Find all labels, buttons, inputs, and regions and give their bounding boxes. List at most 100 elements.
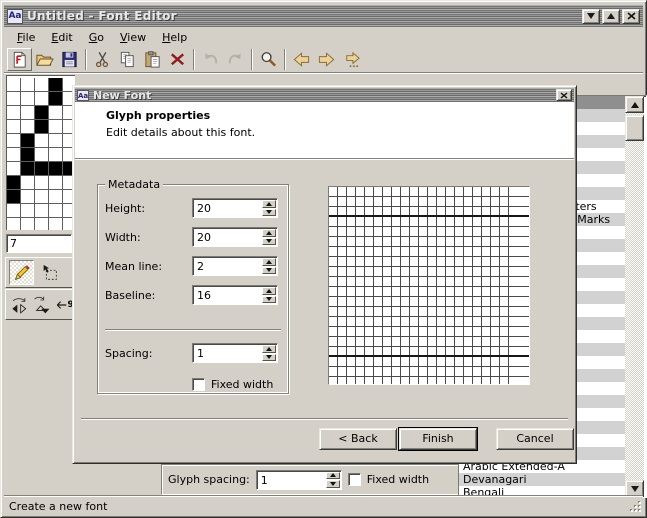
- spin-down-button[interactable]: [262, 238, 276, 246]
- maximize-button[interactable]: [602, 9, 620, 24]
- finish-button[interactable]: Finish: [399, 428, 477, 450]
- glyph-pixel[interactable]: [35, 190, 48, 203]
- delete-button[interactable]: [165, 48, 190, 71]
- minimize-button[interactable]: [582, 9, 600, 24]
- pencil-tool-button[interactable]: [9, 260, 34, 285]
- paste-button[interactable]: [140, 48, 165, 71]
- glyph-pixel[interactable]: [49, 78, 62, 91]
- character-input[interactable]: [6, 234, 72, 253]
- spin-down-button[interactable]: [262, 209, 276, 217]
- spin-down-button[interactable]: [262, 267, 276, 275]
- undo-button[interactable]: [198, 48, 223, 71]
- glyph-pixel[interactable]: [35, 134, 48, 147]
- select-tool-button[interactable]: [37, 260, 62, 285]
- glyph-pixel[interactable]: [7, 148, 20, 161]
- glyph-pixel[interactable]: [7, 106, 20, 119]
- glyph-pixel[interactable]: [35, 106, 48, 119]
- spin-down-button[interactable]: [262, 296, 276, 304]
- list-scrollbar[interactable]: [625, 96, 644, 497]
- forward-button[interactable]: [314, 48, 339, 71]
- glyph-pixel[interactable]: [35, 92, 48, 105]
- spin-up-button[interactable]: [262, 229, 276, 237]
- glyph-pixel[interactable]: [7, 120, 20, 133]
- glyph-pixel[interactable]: [49, 120, 62, 133]
- spin-up-button[interactable]: [262, 200, 276, 208]
- glyph-pixel[interactable]: [7, 204, 20, 217]
- glyph-pixel[interactable]: [7, 176, 20, 189]
- zoom-button[interactable]: [256, 48, 281, 71]
- save-button[interactable]: [57, 48, 82, 71]
- close-button[interactable]: [622, 9, 640, 24]
- glyph-pixel[interactable]: [35, 78, 48, 91]
- spin-up-button[interactable]: [262, 287, 276, 295]
- spin-up-button[interactable]: [262, 258, 276, 266]
- list-item[interactable]: Devanagari: [459, 473, 625, 486]
- glyph-pixel[interactable]: [35, 204, 48, 217]
- cancel-button[interactable]: Cancel: [496, 428, 574, 450]
- glyph-pixel[interactable]: [49, 106, 62, 119]
- glyph-pixel[interactable]: [49, 148, 62, 161]
- glyph-pixel[interactable]: [35, 176, 48, 189]
- glyph-pixel-grid[interactable]: [7, 78, 75, 230]
- glyph-pixel[interactable]: [35, 162, 48, 175]
- menu-item-go[interactable]: Go: [82, 29, 111, 46]
- spin-up-button[interactable]: [262, 345, 276, 353]
- glyph-pixel[interactable]: [21, 162, 34, 175]
- glyph-pixel[interactable]: [21, 92, 34, 105]
- glyph-pixel[interactable]: [21, 106, 34, 119]
- new-font-button[interactable]: [7, 48, 32, 71]
- spin-down-button[interactable]: [326, 480, 340, 488]
- spacing-stepper[interactable]: 1: [192, 343, 278, 363]
- glyph-pixel[interactable]: [21, 218, 34, 230]
- glyph-pixel[interactable]: [21, 148, 34, 161]
- back-button[interactable]: [289, 48, 314, 71]
- glyph-spacing-stepper[interactable]: 1: [256, 470, 342, 490]
- menu-item-edit[interactable]: Edit: [44, 29, 79, 46]
- glyph-pixel[interactable]: [7, 78, 20, 91]
- spin-up-button[interactable]: [326, 472, 340, 480]
- glyph-pixel[interactable]: [21, 134, 34, 147]
- resize-grip[interactable]: [627, 499, 642, 514]
- copy-button[interactable]: [115, 48, 140, 71]
- glyph-pixel[interactable]: [49, 218, 62, 230]
- menu-item-file[interactable]: File: [10, 29, 42, 46]
- glyph-pixel[interactable]: [35, 148, 48, 161]
- glyph-pixel[interactable]: [7, 218, 20, 230]
- glyph-edit-canvas[interactable]: [6, 75, 75, 230]
- glyph-pixel[interactable]: [21, 120, 34, 133]
- flip-horizontal-button[interactable]: [9, 292, 29, 317]
- fixed-width-checkbox[interactable]: [348, 473, 361, 486]
- glyph-pixel[interactable]: [21, 78, 34, 91]
- glyph-pixel[interactable]: [49, 190, 62, 203]
- glyph-pixel[interactable]: [7, 92, 20, 105]
- glyph-pixel[interactable]: [21, 190, 34, 203]
- field-stepper[interactable]: 20: [192, 198, 278, 218]
- glyph-pixel[interactable]: [21, 204, 34, 217]
- spin-down-button[interactable]: [262, 354, 276, 362]
- glyph-pixel[interactable]: [49, 176, 62, 189]
- scrollbar-thumb[interactable]: [625, 115, 644, 141]
- back-button[interactable]: < Back: [319, 428, 397, 450]
- glyph-pixel[interactable]: [7, 162, 20, 175]
- scroll-down-button[interactable]: [625, 480, 644, 497]
- dialog-close-button[interactable]: [556, 89, 572, 101]
- menu-item-view[interactable]: View: [113, 29, 153, 46]
- scroll-up-button[interactable]: [625, 96, 644, 113]
- glyph-pixel[interactable]: [35, 218, 48, 230]
- glyph-pixel[interactable]: [35, 120, 48, 133]
- open-button[interactable]: [32, 48, 57, 71]
- glyph-pixel[interactable]: [49, 134, 62, 147]
- fixed-width-checkbox[interactable]: [192, 378, 205, 391]
- glyph-pixel[interactable]: [49, 204, 62, 217]
- goto-button[interactable]: [339, 48, 364, 71]
- glyph-pixel[interactable]: [7, 134, 20, 147]
- field-stepper[interactable]: 20: [192, 227, 278, 247]
- cut-button[interactable]: [90, 48, 115, 71]
- glyph-pixel[interactable]: [7, 190, 20, 203]
- field-stepper[interactable]: 2: [192, 256, 278, 276]
- menu-item-help[interactable]: Help: [155, 29, 194, 46]
- flip-vertical-button[interactable]: [32, 292, 52, 317]
- glyph-pixel[interactable]: [49, 162, 62, 175]
- field-stepper[interactable]: 16: [192, 285, 278, 305]
- glyph-pixel[interactable]: [49, 92, 62, 105]
